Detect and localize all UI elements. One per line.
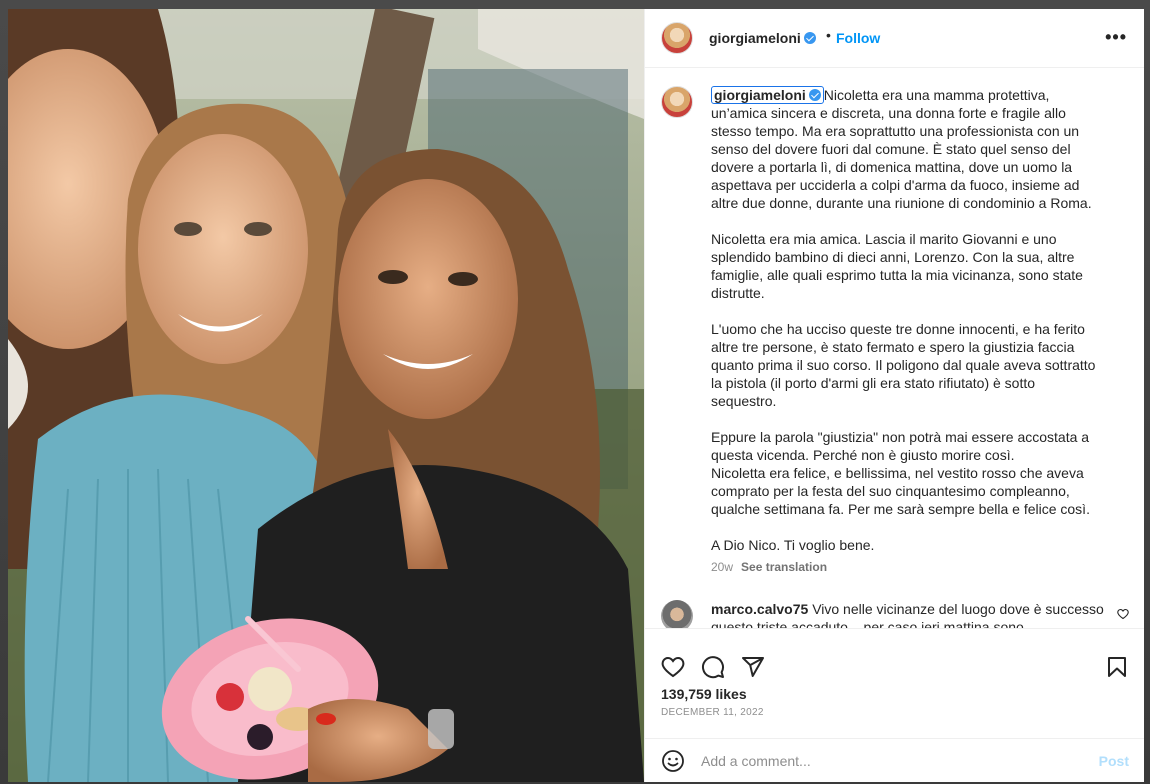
comment-like-heart-icon[interactable]: [1117, 608, 1129, 620]
post-date[interactable]: DECEMBER 11, 2022: [661, 707, 764, 718]
add-comment-bar: Post: [645, 738, 1144, 782]
comments-area[interactable]: giorgiameloni Nicoletta era una mamma pro…: [645, 68, 1144, 628]
post-age: 20w: [711, 560, 734, 574]
post-modal: giorgiameloni • Follow ••• giorgiameloni…: [8, 9, 1144, 782]
more-options-icon[interactable]: •••: [1105, 28, 1127, 46]
post-comment-button[interactable]: Post: [1099, 753, 1129, 769]
author-avatar[interactable]: [661, 22, 693, 54]
post-caption: giorgiameloni Nicoletta era una mamma pro…: [711, 86, 1127, 554]
verified-badge-icon: [803, 32, 816, 44]
caption-username[interactable]: giorgiameloni: [711, 86, 824, 104]
post-header: giorgiameloni • Follow •••: [645, 9, 1144, 68]
heart-icon[interactable]: [661, 655, 685, 679]
commenter-avatar[interactable]: [661, 600, 693, 628]
photo-illustration: [8, 9, 644, 782]
comment-item: marco.calvo75 Vivo nelle vicinanze del l…: [711, 600, 1111, 628]
author-username-text[interactable]: giorgiameloni: [709, 30, 801, 46]
see-translation-link[interactable]: See translation: [741, 560, 827, 574]
caption-author-avatar[interactable]: [661, 86, 693, 118]
comment-bubble-icon[interactable]: [701, 655, 725, 679]
caption-text: Nicoletta era una mamma protettiva, un’a…: [711, 87, 1096, 553]
add-comment-input[interactable]: [701, 749, 1081, 773]
likes-count[interactable]: 139,759 likes: [661, 686, 747, 702]
bookmark-icon[interactable]: [1105, 655, 1129, 679]
verified-badge-icon: [808, 89, 821, 101]
paper-plane-icon[interactable]: [741, 655, 765, 679]
smiley-icon[interactable]: [661, 749, 685, 773]
caption-meta: 20w See translation: [711, 560, 827, 574]
commenter-username[interactable]: marco.calvo75: [711, 601, 808, 617]
post-photo[interactable]: [8, 9, 644, 782]
header-separator: •: [826, 27, 831, 43]
author-username[interactable]: giorgiameloni: [709, 30, 816, 46]
post-actions: 139,759 likes DECEMBER 11, 2022: [645, 628, 1144, 738]
caption-username-text[interactable]: giorgiameloni: [714, 87, 806, 103]
post-side-panel: giorgiameloni • Follow ••• giorgiameloni…: [644, 9, 1144, 782]
follow-button[interactable]: Follow: [836, 30, 880, 46]
